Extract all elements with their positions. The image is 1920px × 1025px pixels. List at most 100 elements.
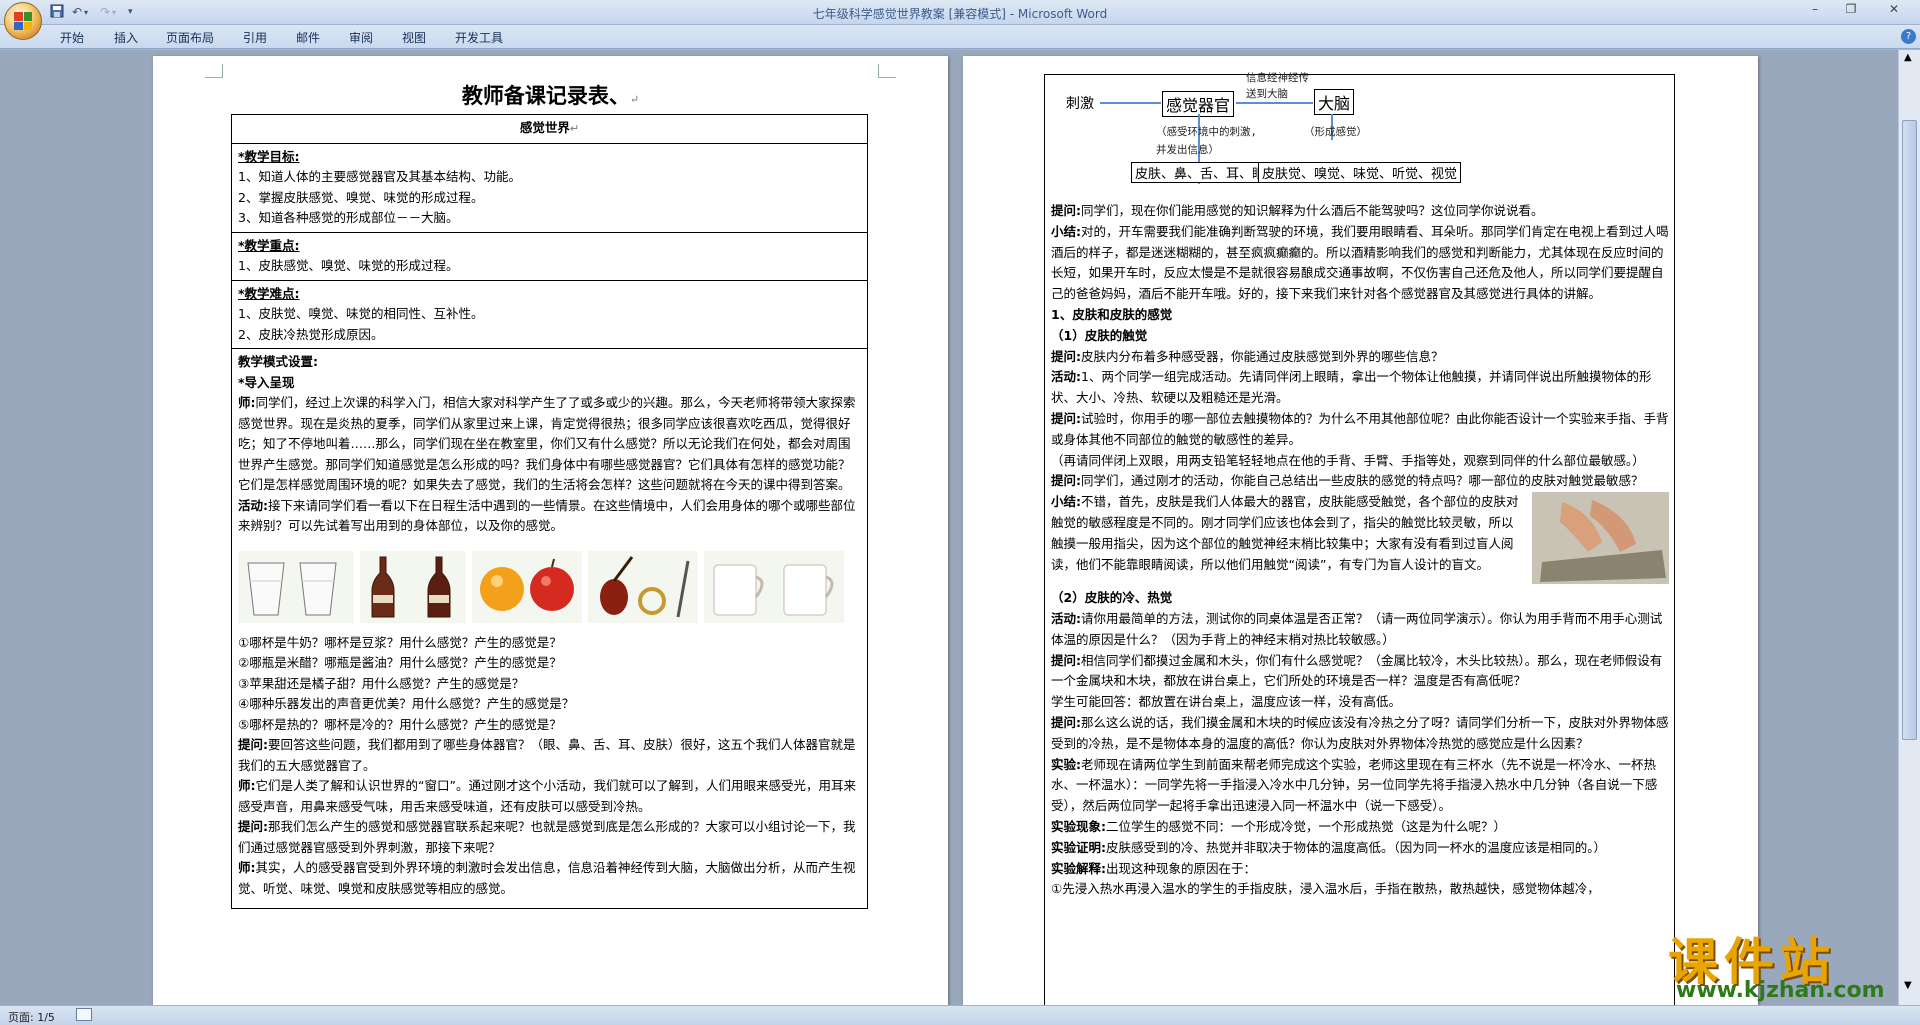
intro-heading: *导入呈现 [238,374,295,390]
hard-heading: *教学难点: [238,285,300,301]
crop-mark [878,64,896,78]
section-heading: 1、皮肤和皮肤的感觉 [1051,306,1173,322]
watermark-logo: 课件站 www.kjzhan.com [1668,922,1900,1003]
experiment-paragraph: 实验:老师现在请两位学生到前面来帮老师完成这个实验，老师这里现在有三杯水（先不说… [1051,755,1669,817]
tab-review[interactable]: 审阅 [349,29,373,46]
diagram-organ-note: 并发出信息） [1156,144,1219,156]
office-button[interactable] [4,2,42,40]
lesson-table: 感觉世界↵ *教学目标: 1、知道人体的主要感觉器官及其基本结构、功能。 2、掌… [231,114,868,909]
tab-references[interactable]: 引用 [243,29,267,46]
watermark-url: www.kjzhan.com [1676,978,1885,1003]
cups-image [704,550,844,623]
fruit-image [472,550,582,623]
help-icon[interactable]: ? [1901,29,1916,44]
question-item: ②哪瓶是米醋？哪瓶是酱油？用什么感觉？产生的感觉是？ [238,655,562,670]
scrollbar-thumb[interactable] [1902,120,1917,740]
tab-home[interactable]: 开始 [60,29,84,46]
proof-paragraph: 实验证明:皮肤感受到的冷、热觉并非取决于物体的温度高低。（因为同一杯水的温度应该… [1051,838,1669,859]
teaching-process-cell: 教学模式设置: *导入呈现 师:同学们，经过上次课的科学入门，相信大家对科学产生… [231,348,868,909]
explanation-text: 出现这种现象的原因在于： [1106,860,1257,876]
key-item: 1、皮肤感觉、嗅觉、味觉的形成过程。 [238,258,459,273]
activity-paragraph: 活动:1、两个同学一组完成活动。先请同伴闭上眼睛，拿出一个物体让他触摸，并请同伴… [1051,367,1669,409]
lesson-name: 感觉世界 [519,120,570,135]
question-item: ④哪种乐器发出的声音更优美？用什么感觉？产生的感觉是？ [238,696,575,711]
ask-text: 要回答这些问题，我们都用到了哪些身体器官？（眼、鼻、舌、耳、皮肤）很好，这五个我… [238,737,856,773]
activity-label: 活动: [1051,369,1081,385]
activity-label: 活动: [1051,610,1081,626]
scenario-images [238,550,861,623]
ask-paragraph: 提问:同学们，通过刚才的活动，你能自己总结出一些皮肤的感觉的特点吗？哪一部位的皮… [1051,471,1669,492]
teacher-label: 师: [238,860,256,875]
ask-label: 提问: [1051,714,1081,730]
restore-icon[interactable]: ❐ [1836,0,1866,20]
status-bar: 页面: 1/5 [0,1005,1920,1025]
ask-text: 同学们，现在你们能用感觉的知识解释为什么酒后不能驾驶吗？这位同学你说说看。 [1081,203,1544,218]
explanation-label: 实验解释: [1051,860,1106,876]
key-points-cell: *教学重点: 1、皮肤感觉、嗅觉、味觉的形成过程。 [231,231,868,281]
phenomenon-text: 二位学生的感觉不同：一个形成冷觉，一个形成热觉（这是为什么呢？） [1106,818,1507,834]
explanation-paragraph: 实验解释:出现这种现象的原因在于： [1051,859,1669,880]
page-1[interactable]: 教师备课记录表、↵ 感觉世界↵ *教学目标: 1、知道人体的主要感觉器官及其基本… [153,56,948,1005]
scroll-up-icon[interactable]: ▲ [1904,52,1912,63]
summary-label: 小结: [1051,494,1081,510]
vertical-scrollbar[interactable]: ▲ ▼ [1898,50,1920,1005]
document-area[interactable]: 教师备课记录表、↵ 感觉世界↵ *教学目标: 1、知道人体的主要感觉器官及其基本… [0,50,1898,1005]
ask-text: 相信同学们都摸过金属和木头，你们有什么感觉呢？（金属比较冷，木头比较热）。那么，… [1051,652,1663,689]
subsection-heading: （2）皮肤的冷、热觉 [1051,590,1173,606]
ask-label: 提问: [1051,348,1081,364]
ask-label: 提问: [1051,410,1081,426]
diagram-organs-list: 皮肤、鼻、舌、耳、眼 [1131,162,1270,183]
teacher-text: 同学们，经过上次课的科学入门，相信大家对科学产生了了或多或少的兴趣。那么，今天老… [238,395,856,492]
diagram-brain-note: （形成感觉） [1304,126,1367,138]
goals-heading: *教学目标: [238,148,300,164]
ask-label: 提问: [238,737,268,752]
diagram-stimulus: 刺激 [1066,96,1094,112]
diagram-brain-box: 大脑 [1314,89,1355,115]
proofing-status-icon[interactable] [76,1008,92,1021]
ask-text: 试验时，你用手的哪一部位去触摸物体的？为什么不用其他部位呢？由此你能否设计一个实… [1051,410,1669,447]
hard-item: 1、皮肤觉、嗅觉、味觉的相同性、互补性。 [238,306,484,321]
ask-text: 那么这么说的话，我们摸金属和木块的时候应该没有冷热之分了呀？请同学们分析一下，皮… [1051,714,1669,751]
tab-mailings[interactable]: 邮件 [296,29,320,46]
experiment-text: 老师现在请两位学生到前面来帮老师完成这个实验，老师这里现在有三杯水（先不说是一杯… [1051,756,1658,814]
tab-insert[interactable]: 插入 [114,29,138,46]
summary-label: 小结: [1051,223,1081,239]
page-2-body: 提问:同学们，现在你们能用感觉的知识解释为什么酒后不能驾驶吗？这位同学你说说看。… [1051,201,1669,900]
close-icon[interactable]: ✕ [1872,0,1916,20]
teacher-paragraph: 师:其实，人的感受器官受到外界环境的刺激时会发出信息，信息沿着神经传到大脑，大脑… [238,858,861,899]
activity-label: 活动: [238,497,268,513]
plain-paragraph: 学生可能回答：都放置在讲台桌上，温度应该一样，没有高低。 [1051,694,1402,710]
tab-view[interactable]: 视图 [402,29,426,46]
question-item: ⑤哪杯是热的？哪杯是冷的？用什么感觉？产生的感觉是？ [238,716,562,732]
subsection-heading: （1）皮肤的触觉 [1051,327,1148,343]
teacher-text: 其实，人的感受器官受到外界环境的刺激时会发出信息，信息沿着神经传到大脑，大脑做出… [238,860,856,896]
question-item: ③苹果甜还是橘子甜？用什么感觉？产生的感觉是？ [238,675,525,691]
plain-paragraph: ①先浸入热水再浸入温水的学生的手指皮肤，浸入温水后，手指在散热，散热越快，感觉物… [1051,881,1600,897]
tab-page-layout[interactable]: 页面布局 [166,29,214,46]
minimize-icon[interactable]: – [1800,0,1830,20]
ask-paragraph: 提问:同学们，现在你们能用感觉的知识解释为什么酒后不能驾驶吗？这位同学你说说看。 [1051,201,1669,222]
page-indicator[interactable]: 页面: 1/5 [8,1009,55,1025]
scroll-down-icon[interactable]: ▼ [1904,980,1912,991]
tab-developer[interactable]: 开发工具 [455,29,503,46]
hand-touching-image [1532,492,1669,585]
ask-label: 提问: [1051,203,1081,218]
teacher-label: 师: [238,395,256,410]
document-title: 教师备课记录表、↵ [461,83,640,108]
title-bar: ↶ ▾ ↷ ▾ ▾ 七年级科学感觉世界教案 [兼容模式] - Microsoft… [0,0,1920,40]
ask-text: 皮肤内分布着多种感受器，你能通过皮肤感觉到外界的哪些信息？ [1081,348,1444,364]
summary-text: 不错，首先，皮肤是我们人体最大的器官，皮肤能感受触觉，各个部位的皮肤对触觉的敏感… [1051,494,1519,572]
page-2[interactable]: 信息经神经传 送到大脑 刺激 感觉器官 大脑 （感受环境中的刺激, 并发出信息）… [963,56,1758,1005]
activity-paragraph: 活动:请你用最简单的方法，测试你的同桌体温是否正常？（请一两位同学演示）。你认为… [1051,609,1669,651]
activity-text: 接下来请同学们看一看以下在日程生活中遇到的一些情景。在这些情境中，人们会用身体的… [238,497,856,534]
proof-text: 皮肤感受到的冷、热觉并非取决于物体的温度高低。（因为同一杯水的温度应该是相同的。… [1106,839,1607,855]
ask-paragraph: 提问:试验时，你用手的哪一部位去触摸物体的？为什么不用其他部位呢？由此你能否设计… [1051,409,1669,451]
activity-text: 1、两个同学一组完成活动。先请同伴闭上眼睛，拿出一个物体让他触摸，并请同伴说出所… [1051,369,1652,406]
milk-cups-image [238,550,354,623]
ribbon-tabs: 开始 插入 页面布局 引用 邮件 审阅 视图 开发工具 ? [0,25,1920,49]
hard-item: 2、皮肤冷热觉形成原因。 [238,326,384,342]
phenomenon-label: 实验现象: [1051,818,1106,834]
diagram-label-nerve: 信息经神经传 [1246,72,1309,84]
ask-text: 那我们怎么产生的感觉和感觉器官联系起来呢？也就是感觉到底是怎么形成的？大家可以小… [238,819,856,855]
mode-heading: 教学模式设置: [238,354,318,369]
